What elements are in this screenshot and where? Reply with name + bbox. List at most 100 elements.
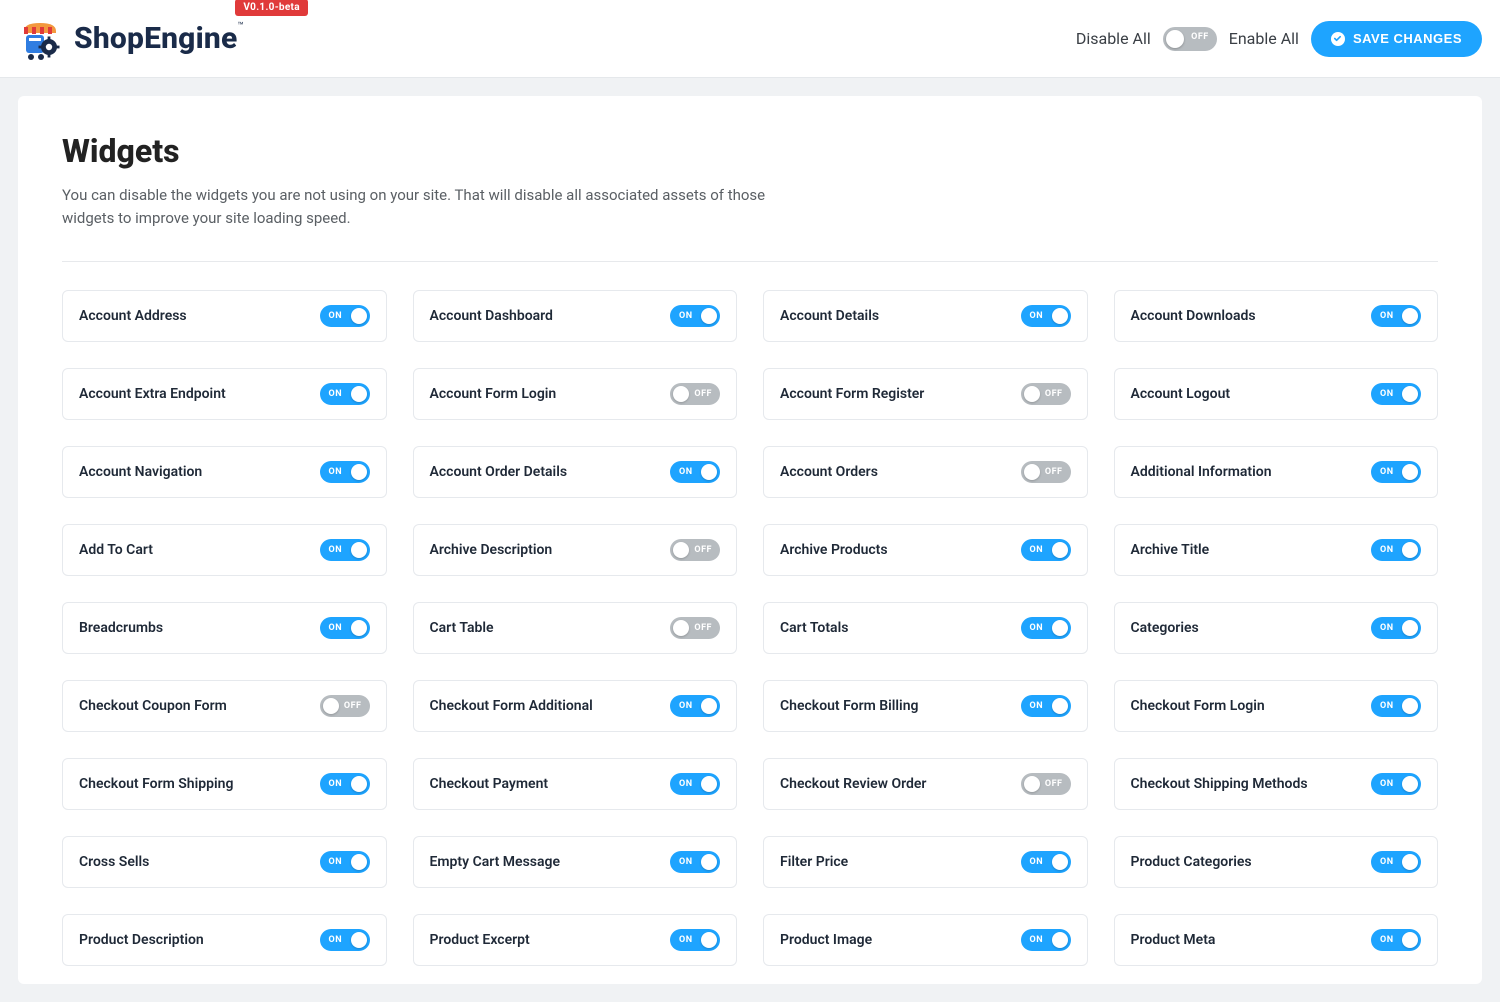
widget-card: Account Order Details ON bbox=[413, 446, 738, 498]
widget-label: Account Orders bbox=[780, 464, 878, 480]
toggle-state-text: OFF bbox=[694, 545, 712, 555]
widget-card: Cart TotalsON bbox=[763, 602, 1088, 654]
brand: ShopEngine™ V0.1.0-beta bbox=[18, 17, 244, 61]
toggle-knob bbox=[1402, 308, 1418, 324]
widget-toggle[interactable]: ON bbox=[670, 695, 720, 717]
widget-label: Checkout Form Additional bbox=[430, 698, 593, 714]
toggle-knob bbox=[1402, 386, 1418, 402]
widget-toggle[interactable]: ON bbox=[320, 305, 370, 327]
widget-card: Account Form LoginOFF bbox=[413, 368, 738, 420]
page-title: Widgets bbox=[62, 132, 1438, 170]
widget-card: Account DashboardON bbox=[413, 290, 738, 342]
toggle-state-text: ON bbox=[1380, 857, 1394, 867]
toggle-state-text: ON bbox=[1380, 623, 1394, 633]
widget-card: Empty Cart MessageON bbox=[413, 836, 738, 888]
widget-toggle[interactable]: ON bbox=[320, 383, 370, 405]
widget-label: Checkout Form Billing bbox=[780, 698, 918, 714]
toggle-state-text: ON bbox=[1380, 779, 1394, 789]
widget-toggle[interactable]: ON bbox=[1371, 539, 1421, 561]
toggle-knob bbox=[1024, 386, 1040, 402]
widget-label: Account Address bbox=[79, 308, 187, 324]
toggle-knob bbox=[701, 698, 717, 714]
toggle-state-text: ON bbox=[329, 311, 343, 321]
save-changes-button[interactable]: SAVE CHANGES bbox=[1311, 21, 1482, 57]
widget-toggle[interactable]: ON bbox=[1021, 695, 1071, 717]
toggle-knob bbox=[351, 464, 367, 480]
widget-card: Account NavigationON bbox=[62, 446, 387, 498]
widget-label: Account Order Details bbox=[430, 464, 568, 480]
widget-toggle[interactable]: ON bbox=[320, 773, 370, 795]
widget-toggle[interactable]: ON bbox=[1371, 695, 1421, 717]
widget-toggle[interactable]: OFF bbox=[670, 539, 720, 561]
widget-toggle[interactable]: ON bbox=[1371, 461, 1421, 483]
widget-toggle[interactable]: ON bbox=[1021, 929, 1071, 951]
widget-toggle[interactable]: OFF bbox=[320, 695, 370, 717]
widget-toggle[interactable]: OFF bbox=[1021, 461, 1071, 483]
toggle-state-text: ON bbox=[329, 623, 343, 633]
widget-toggle[interactable]: ON bbox=[320, 617, 370, 639]
widget-card: Cross Sells ON bbox=[62, 836, 387, 888]
widget-label: Account Form Register bbox=[780, 386, 924, 402]
widget-toggle[interactable]: ON bbox=[1371, 617, 1421, 639]
toggle-knob bbox=[1402, 698, 1418, 714]
widget-toggle[interactable]: OFF bbox=[1021, 773, 1071, 795]
widget-toggle[interactable]: ON bbox=[670, 851, 720, 873]
toggle-state-text: ON bbox=[1030, 701, 1044, 711]
header-actions: Disable All OFF Enable All SAVE CHANGES bbox=[1076, 21, 1482, 57]
divider bbox=[62, 261, 1438, 262]
toggle-knob bbox=[673, 386, 689, 402]
widget-toggle[interactable]: OFF bbox=[670, 617, 720, 639]
widget-label: Cross Sells bbox=[79, 854, 149, 870]
widget-toggle[interactable]: ON bbox=[320, 929, 370, 951]
toggle-state-text: ON bbox=[679, 311, 693, 321]
widget-card: Checkout Form Login ON bbox=[1114, 680, 1439, 732]
toggle-knob bbox=[351, 932, 367, 948]
widget-card: Additional InformationON bbox=[1114, 446, 1439, 498]
widget-card: Checkout PaymentON bbox=[413, 758, 738, 810]
toggle-knob bbox=[1052, 854, 1068, 870]
widget-toggle[interactable]: ON bbox=[1371, 851, 1421, 873]
widget-card: Product DescriptionON bbox=[62, 914, 387, 966]
widget-toggle[interactable]: ON bbox=[1021, 305, 1071, 327]
widget-card: Checkout Review OrderOFF bbox=[763, 758, 1088, 810]
toggle-knob bbox=[701, 464, 717, 480]
widget-toggle[interactable]: ON bbox=[1371, 929, 1421, 951]
check-circle-icon bbox=[1331, 32, 1345, 46]
toggle-state-text: ON bbox=[1380, 935, 1394, 945]
widget-label: Checkout Form Login bbox=[1131, 698, 1265, 714]
toggle-state-text: ON bbox=[1380, 311, 1394, 321]
widget-toggle[interactable]: ON bbox=[1371, 383, 1421, 405]
toggle-state-text: ON bbox=[1030, 311, 1044, 321]
widget-label: Account Details bbox=[780, 308, 879, 324]
widget-toggle[interactable]: ON bbox=[1021, 851, 1071, 873]
widget-toggle[interactable]: ON bbox=[320, 539, 370, 561]
widgets-panel: Widgets You can disable the widgets you … bbox=[18, 96, 1482, 984]
widget-toggle[interactable]: ON bbox=[320, 851, 370, 873]
page-description: You can disable the widgets you are not … bbox=[62, 184, 802, 231]
toggle-state-text: ON bbox=[1030, 623, 1044, 633]
widget-card: Filter PriceON bbox=[763, 836, 1088, 888]
widget-toggle[interactable]: ON bbox=[670, 773, 720, 795]
widget-card: Account DownloadsON bbox=[1114, 290, 1439, 342]
toggle-knob bbox=[1402, 854, 1418, 870]
widget-toggle[interactable]: OFF bbox=[670, 383, 720, 405]
widget-toggle[interactable]: ON bbox=[320, 461, 370, 483]
widget-toggle[interactable]: ON bbox=[670, 929, 720, 951]
widget-toggle[interactable]: ON bbox=[670, 461, 720, 483]
save-button-label: SAVE CHANGES bbox=[1353, 31, 1462, 46]
widget-toggle[interactable]: ON bbox=[1371, 305, 1421, 327]
widget-toggle[interactable]: ON bbox=[1371, 773, 1421, 795]
toggle-knob bbox=[701, 308, 717, 324]
widget-toggle[interactable]: ON bbox=[1021, 617, 1071, 639]
enable-all-toggle[interactable]: OFF bbox=[1163, 27, 1217, 51]
toggle-state-text: ON bbox=[1380, 545, 1394, 555]
widget-toggle[interactable]: ON bbox=[1021, 539, 1071, 561]
toggle-knob bbox=[1052, 932, 1068, 948]
widget-label: Archive Description bbox=[430, 542, 553, 558]
widget-toggle[interactable]: OFF bbox=[1021, 383, 1071, 405]
widget-card: Checkout Coupon FormOFF bbox=[62, 680, 387, 732]
widget-card: BreadcrumbsON bbox=[62, 602, 387, 654]
widget-toggle[interactable]: ON bbox=[670, 305, 720, 327]
toggle-knob bbox=[1024, 464, 1040, 480]
widget-label: Product Image bbox=[780, 932, 872, 948]
